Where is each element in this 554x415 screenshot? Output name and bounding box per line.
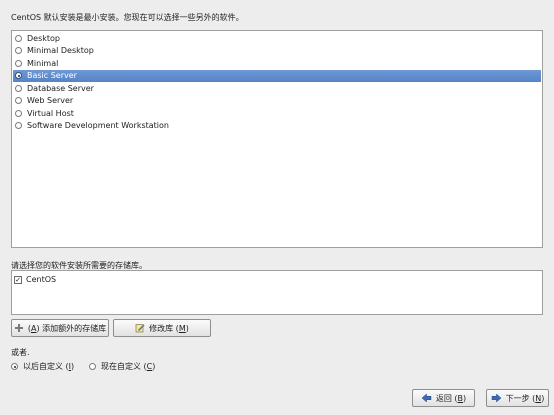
radio-icon[interactable] xyxy=(15,109,22,117)
edit-icon xyxy=(135,323,145,333)
repo-list[interactable]: ✓ CentOS xyxy=(11,270,543,315)
repo-label: CentOS xyxy=(26,275,57,284)
install-type-label: Basic Server xyxy=(27,71,77,81)
install-type-label: Desktop xyxy=(27,33,60,43)
next-button[interactable]: 下一步 (N) xyxy=(486,389,549,407)
install-type-label: Database Server xyxy=(27,83,94,93)
install-type-web-server[interactable]: Web Server xyxy=(13,95,541,108)
customize-later-option[interactable]: 以后自定义 (I) xyxy=(11,361,74,372)
install-type-label: Minimal xyxy=(27,58,59,68)
back-button[interactable]: 返回 (B) xyxy=(412,389,475,407)
repo-item-centos[interactable]: ✓ CentOS xyxy=(14,275,56,284)
radio-icon[interactable] xyxy=(15,59,22,67)
radio-icon[interactable] xyxy=(15,34,22,42)
radio-icon[interactable] xyxy=(15,47,22,55)
radio-icon[interactable] xyxy=(15,84,22,92)
install-type-software-dev-workstation[interactable]: Software Development Workstation xyxy=(13,120,541,133)
radio-selected-icon[interactable] xyxy=(15,72,22,80)
install-type-database-server[interactable]: Database Server xyxy=(13,82,541,95)
install-type-minimal-desktop[interactable]: Minimal Desktop xyxy=(13,45,541,58)
install-type-minimal[interactable]: Minimal xyxy=(13,57,541,70)
install-type-label: Virtual Host xyxy=(27,108,74,118)
checkbox-checked-icon[interactable]: ✓ xyxy=(14,275,22,284)
install-type-desktop[interactable]: Desktop xyxy=(13,32,541,45)
arrow-left-icon xyxy=(421,393,432,403)
install-type-list[interactable]: Desktop Minimal Desktop Minimal Basic Se… xyxy=(11,30,543,248)
install-type-label: Web Server xyxy=(27,96,74,106)
install-type-basic-server[interactable]: Basic Server xyxy=(13,69,541,82)
customize-now-option[interactable]: 现在自定义 (C) xyxy=(89,361,155,372)
radio-icon[interactable] xyxy=(15,122,22,130)
modify-repo-button[interactable]: 修改库 (M) xyxy=(113,319,211,337)
radio-selected-icon[interactable] xyxy=(11,363,18,370)
plus-icon xyxy=(14,323,24,333)
install-type-label: Minimal Desktop xyxy=(27,46,94,56)
install-type-virtual-host[interactable]: Virtual Host xyxy=(13,107,541,120)
or-label: 或者. xyxy=(11,348,30,357)
radio-icon[interactable] xyxy=(15,97,22,105)
add-repo-button[interactable]: (A) 添加额外的存储库 xyxy=(11,319,109,337)
install-type-label: Software Development Workstation xyxy=(27,121,169,131)
intro-text: CentOS 默认安装是最小安装。您现在可以选择一些另外的软件。 xyxy=(11,13,244,22)
radio-icon[interactable] xyxy=(89,363,96,370)
arrow-right-icon xyxy=(491,393,502,403)
